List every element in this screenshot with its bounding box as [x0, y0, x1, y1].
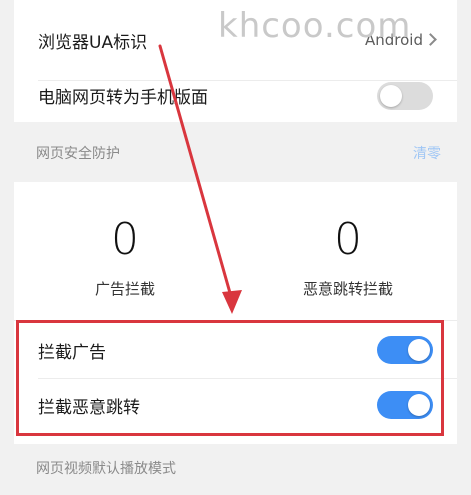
- redirects-blocked-count: 0: [334, 214, 362, 265]
- desktop-to-mobile-toggle[interactable]: [377, 82, 433, 110]
- desktop-to-mobile-label: 电脑网页转为手机版面: [38, 88, 208, 108]
- video-section-title: 网页视频默认播放模式: [36, 461, 176, 477]
- toggle-knob: [380, 85, 402, 107]
- ads-blocked-label: 广告拦截: [94, 280, 155, 298]
- chevron-right-icon: [424, 33, 437, 46]
- desktop-to-mobile-row: 电脑网页转为手机版面: [14, 80, 457, 122]
- ads-blocked-count: 0: [111, 214, 139, 265]
- ua-setting-label: 浏览器UA标识: [38, 32, 148, 53]
- security-section-title: 网页安全防护: [36, 146, 120, 162]
- clear-button[interactable]: 清零: [413, 143, 441, 163]
- watermark-text: khcoo.com: [218, 6, 412, 46]
- annotation-highlight-box: [16, 320, 444, 436]
- redirects-blocked-label: 恶意跳转拦截: [302, 280, 393, 298]
